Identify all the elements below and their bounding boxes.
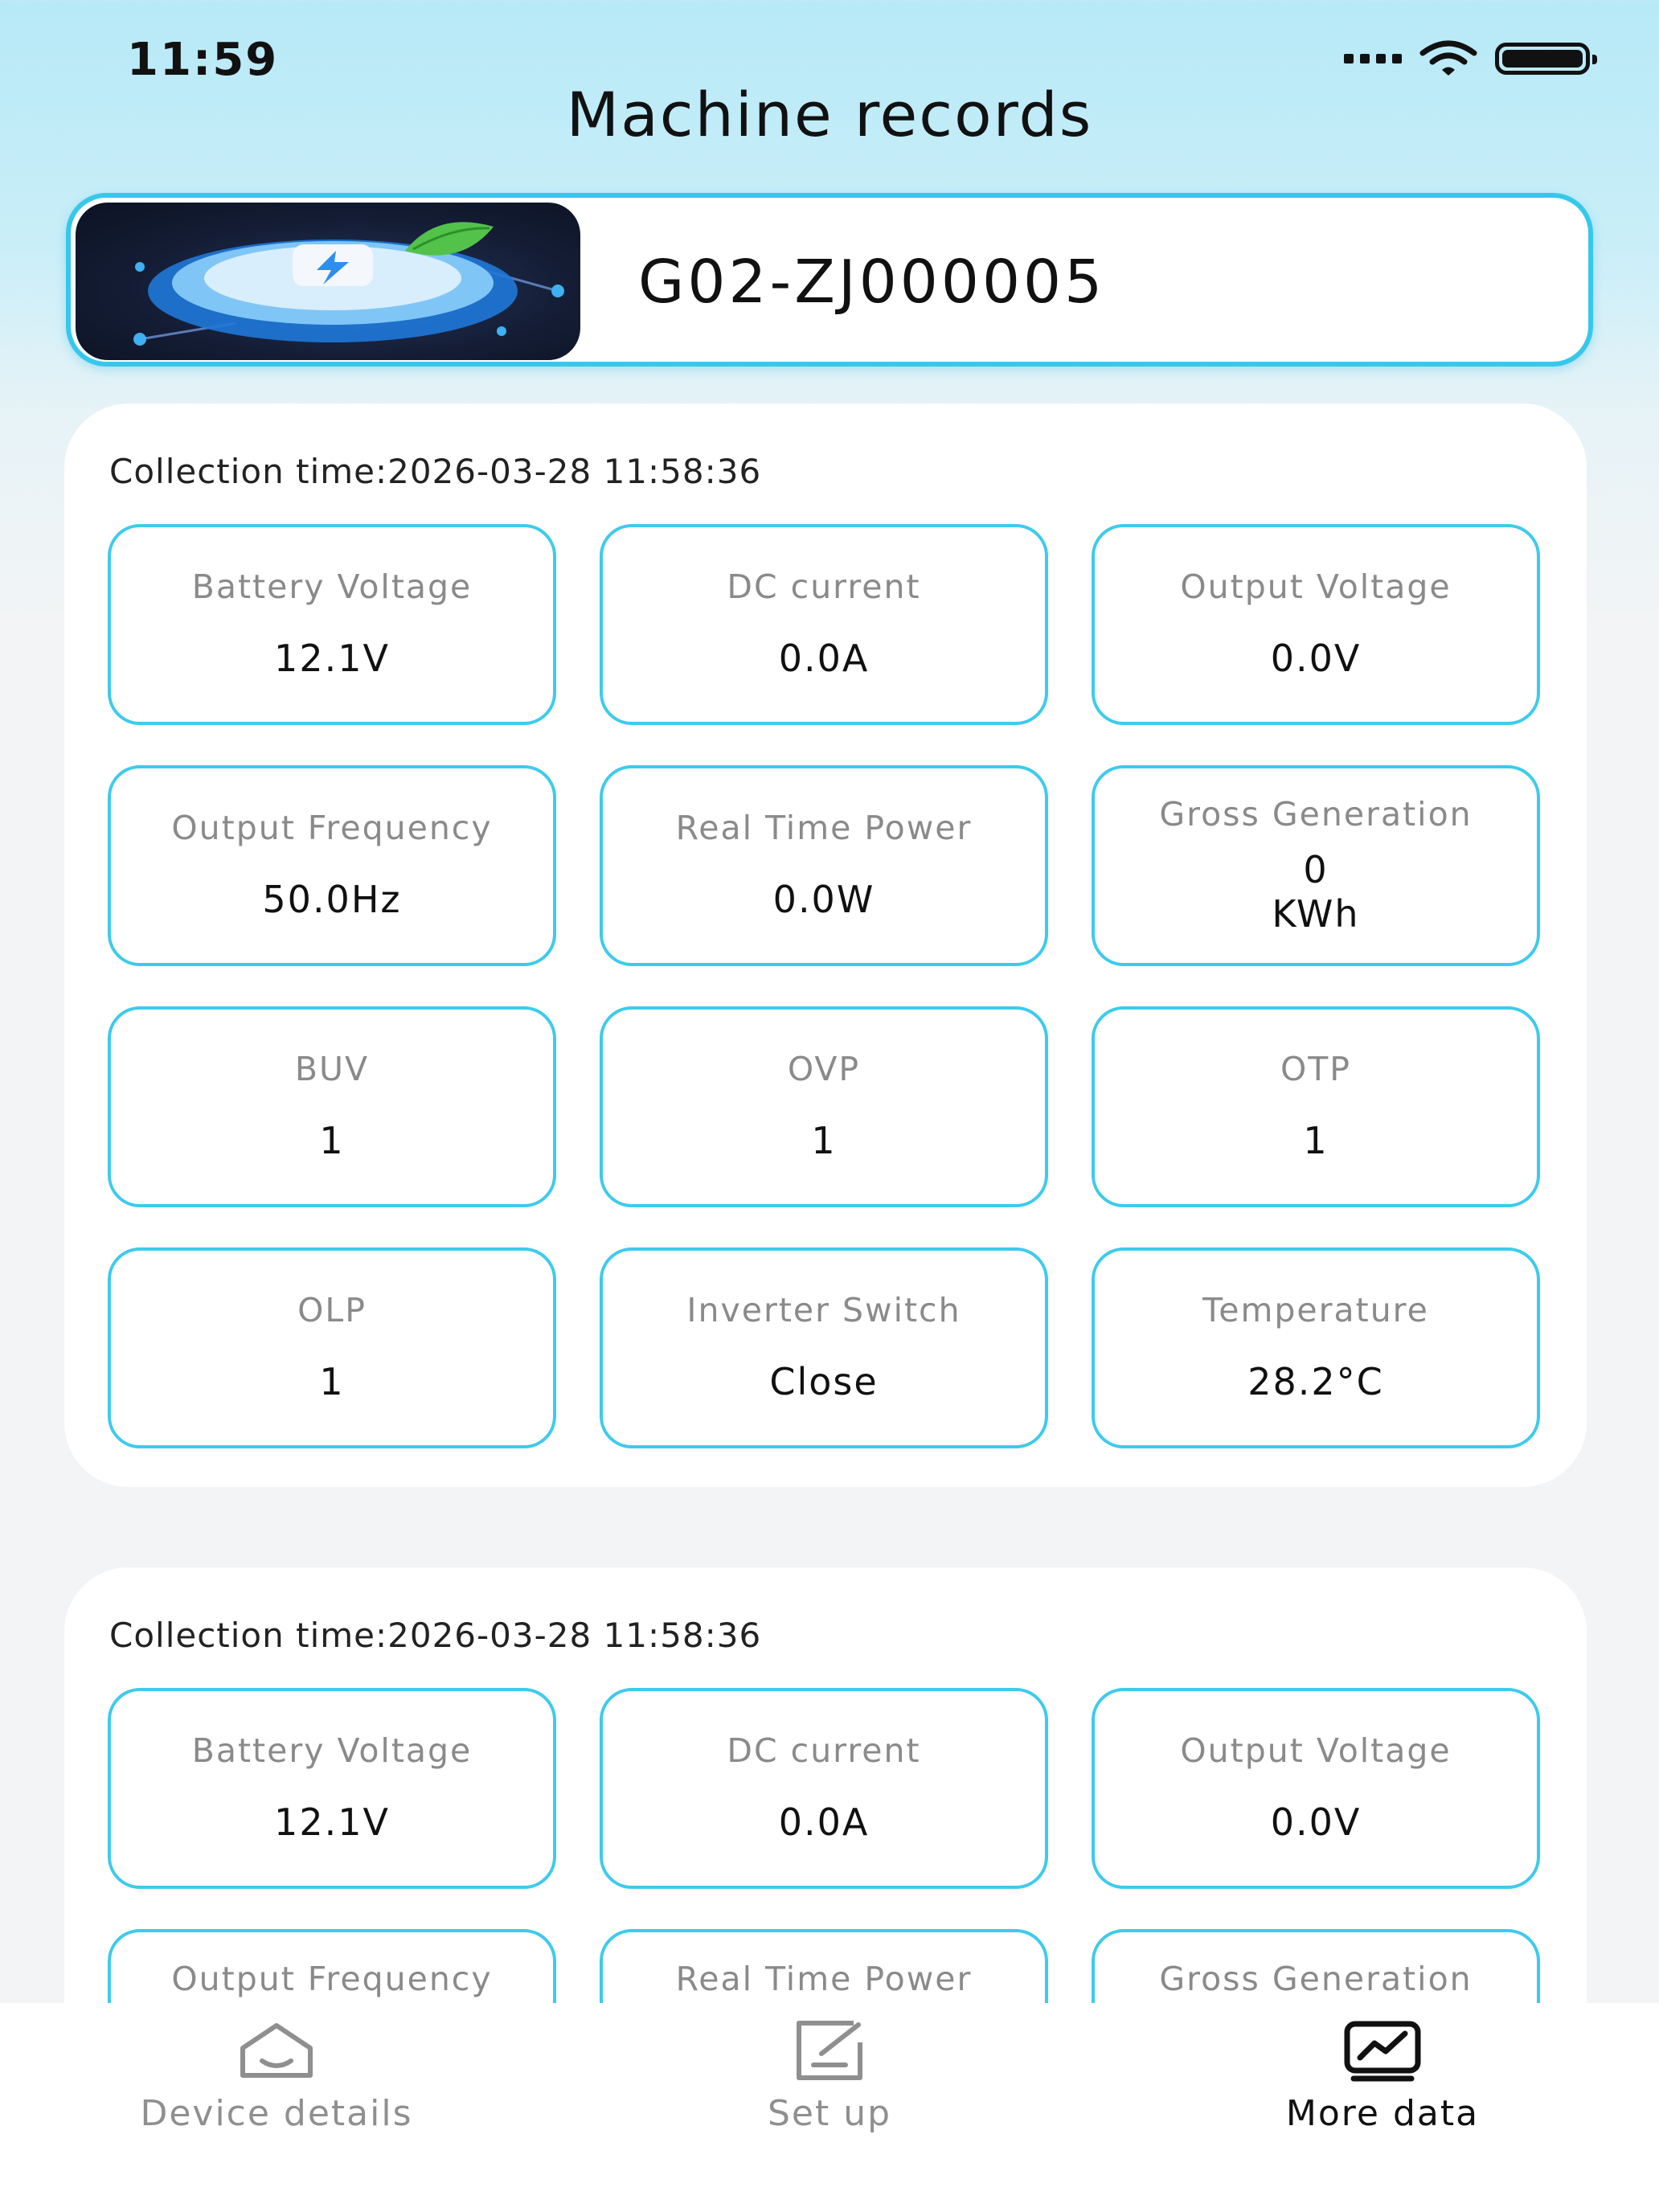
metric-ovp: OVP 1 (600, 1006, 1048, 1207)
metric-output-voltage: Output Voltage 0.0V (1092, 1688, 1540, 1889)
device-name: G02-ZJ000005 (638, 248, 1106, 317)
tab-label: Device details (140, 2093, 413, 2134)
metric-label: Output Frequency (171, 1960, 493, 1998)
metric-inverter-switch: Inverter Switch Close (600, 1247, 1048, 1448)
metric-value: 28.2°C (1247, 1360, 1384, 1404)
metric-gross-generation: Gross Generation 0 KWh (1092, 765, 1540, 966)
metric-label: Output Voltage (1180, 567, 1452, 607)
metric-label: Output Voltage (1180, 1731, 1452, 1771)
metric-value-number: 0 (1303, 847, 1329, 891)
battery-icon (1495, 43, 1597, 75)
device-image (76, 203, 580, 360)
metric-real-time-power: Real Time Power 0.0W (600, 765, 1048, 966)
metric-value: 0.0V (1270, 1800, 1362, 1845)
metric-label: Real Time Power (675, 1960, 973, 1998)
metric-value: 0.0A (778, 637, 870, 681)
metric-label: Battery Voltage (191, 567, 473, 607)
metric-label: OVP (787, 1050, 861, 1089)
page-title: Machine records (566, 79, 1093, 150)
metric-temperature: Temperature 28.2°C (1092, 1247, 1540, 1448)
metric-value: 1 (319, 1360, 345, 1404)
metric-label: Real Time Power (675, 809, 973, 848)
metric-olp: OLP 1 (108, 1247, 556, 1448)
metric-value: 0.0V (1270, 637, 1362, 681)
home-icon (232, 2014, 321, 2087)
status-icons (1344, 40, 1597, 77)
device-card[interactable]: G02-ZJ000005 (66, 193, 1593, 367)
tab-label: More data (1285, 2093, 1480, 2134)
metric-label: Output Frequency (171, 809, 493, 848)
record-card: Collection time:2026-03-28 11:58:36 Batt… (64, 403, 1587, 1487)
metric-label: Inverter Switch (686, 1291, 961, 1330)
metric-buv: BUV 1 (108, 1006, 556, 1207)
metric-otp: OTP 1 (1092, 1006, 1540, 1207)
metric-label: OLP (297, 1291, 367, 1330)
metric-label: Temperature (1202, 1291, 1429, 1330)
metric-value: 1 (811, 1119, 837, 1163)
signal-icon (1344, 54, 1402, 63)
metric-dc-current: DC current 0.0A (600, 524, 1048, 725)
metric-value: 0.0W (772, 878, 875, 922)
metric-value: 12.1V (274, 1800, 390, 1845)
metric-value-unit: KWh (1272, 892, 1360, 936)
edit-icon (785, 2014, 874, 2087)
metric-label: Gross Generation (1159, 1960, 1473, 1998)
metric-dc-current: DC current 0.0A (600, 1688, 1048, 1889)
metric-value: 1 (319, 1119, 345, 1163)
metric-value: Close (769, 1360, 879, 1404)
metric-output-frequency: Output Frequency 50.0Hz (108, 765, 556, 966)
metrics-grid: Battery Voltage 12.1V DC current 0.0A Ou… (108, 524, 1540, 1448)
metric-label: DC current (727, 1731, 921, 1771)
metric-label: OTP (1280, 1050, 1352, 1089)
tab-set-up[interactable]: Set up (553, 2003, 1106, 2212)
metric-output-voltage: Output Voltage 0.0V (1092, 524, 1540, 725)
metric-label: Gross Generation (1159, 794, 1473, 834)
metric-value: 0 KWh (1272, 848, 1359, 936)
metric-battery-voltage: Battery Voltage 12.1V (108, 524, 556, 725)
tab-device-details[interactable]: Device details (0, 2003, 553, 2212)
chart-icon (1338, 2014, 1427, 2087)
metric-battery-voltage: Battery Voltage 12.1V (108, 1688, 556, 1889)
collection-time: Collection time:2026-03-28 11:58:36 (109, 1616, 762, 1655)
metric-label: BUV (294, 1050, 370, 1089)
metric-value: 12.1V (274, 637, 390, 681)
wifi-icon (1419, 40, 1477, 77)
metric-value: 1 (1303, 1119, 1329, 1163)
metric-value: 50.0Hz (262, 878, 402, 922)
tab-label: Set up (767, 2093, 892, 2134)
tab-more-data[interactable]: More data (1106, 2003, 1659, 2212)
metric-label: DC current (727, 567, 921, 607)
collection-time: Collection time:2026-03-28 11:58:36 (109, 452, 762, 491)
metric-label: Battery Voltage (191, 1731, 473, 1771)
metric-value: 0.0A (778, 1800, 870, 1845)
tab-bar: Device details Set up More data (0, 2003, 1659, 2212)
